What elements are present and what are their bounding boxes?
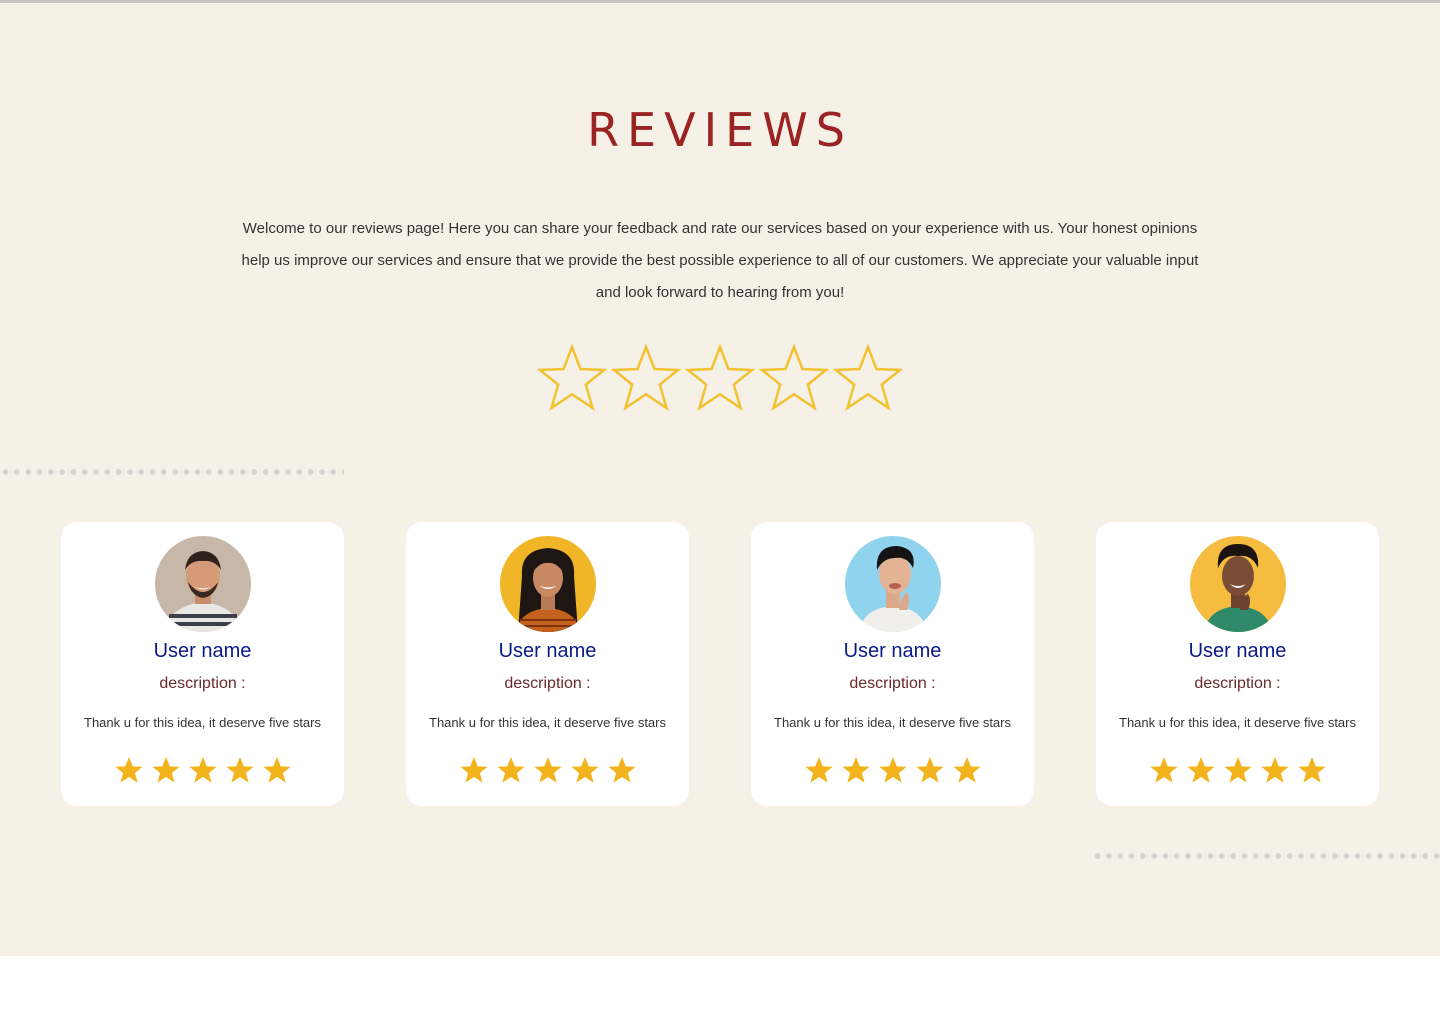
- reviews-section: REVIEWS Welcome to our reviews page! Her…: [0, 0, 1440, 956]
- star-outline-icon[interactable]: [759, 343, 829, 413]
- star-outline-icon[interactable]: [685, 343, 755, 413]
- star-filled-icon: [1185, 754, 1217, 786]
- review-text: Thank u for this idea, it deserve five s…: [429, 715, 666, 730]
- star-rating: [803, 754, 983, 786]
- review-cards: User name description : Thank u for this…: [61, 522, 1379, 806]
- review-card: User name description : Thank u for this…: [1096, 522, 1379, 806]
- star-filled-icon: [1148, 754, 1180, 786]
- star-filled-icon: [606, 754, 638, 786]
- star-filled-icon: [914, 754, 946, 786]
- star-rating: [458, 754, 638, 786]
- review-text: Thank u for this idea, it deserve five s…: [1119, 715, 1356, 730]
- description-label: description :: [504, 675, 591, 692]
- star-filled-icon: [877, 754, 909, 786]
- user-name: User name: [153, 640, 252, 662]
- star-filled-icon: [532, 754, 564, 786]
- avatar: [1190, 536, 1286, 632]
- page-title: REVIEWS: [587, 103, 853, 157]
- star-outline-icon[interactable]: [833, 343, 903, 413]
- review-card: User name description : Thank u for this…: [61, 522, 344, 806]
- user-name: User name: [843, 640, 942, 662]
- intro-text: Welcome to our reviews page! Here you ca…: [241, 220, 1199, 301]
- star-outline-icon[interactable]: [537, 343, 607, 413]
- star-filled-icon: [187, 754, 219, 786]
- star-filled-icon: [224, 754, 256, 786]
- dotted-divider: [0, 469, 344, 475]
- star-filled-icon: [840, 754, 872, 786]
- review-text: Thank u for this idea, it deserve five s…: [774, 715, 1011, 730]
- description-label: description :: [159, 675, 246, 692]
- review-card: User name description : Thank u for this…: [751, 522, 1034, 806]
- user-name: User name: [498, 640, 597, 662]
- star-filled-icon: [113, 754, 145, 786]
- user-name: User name: [1188, 640, 1287, 662]
- star-rating: [113, 754, 293, 786]
- description-label: description :: [1194, 675, 1281, 692]
- avatar: [155, 536, 251, 632]
- star-filled-icon: [458, 754, 490, 786]
- star-filled-icon: [803, 754, 835, 786]
- dotted-divider: [1092, 853, 1440, 859]
- star-filled-icon: [495, 754, 527, 786]
- star-filled-icon: [569, 754, 601, 786]
- rating-input: [537, 343, 903, 415]
- star-rating: [1148, 754, 1328, 786]
- avatar: [845, 536, 941, 632]
- review-card: User name description : Thank u for this…: [406, 522, 689, 806]
- review-text: Thank u for this idea, it deserve five s…: [84, 715, 321, 730]
- star-filled-icon: [1296, 754, 1328, 786]
- avatar: [500, 536, 596, 632]
- star-filled-icon: [150, 754, 182, 786]
- description-label: description :: [849, 675, 936, 692]
- star-filled-icon: [261, 754, 293, 786]
- star-filled-icon: [951, 754, 983, 786]
- star-filled-icon: [1259, 754, 1291, 786]
- star-filled-icon: [1222, 754, 1254, 786]
- star-outline-icon[interactable]: [611, 343, 681, 413]
